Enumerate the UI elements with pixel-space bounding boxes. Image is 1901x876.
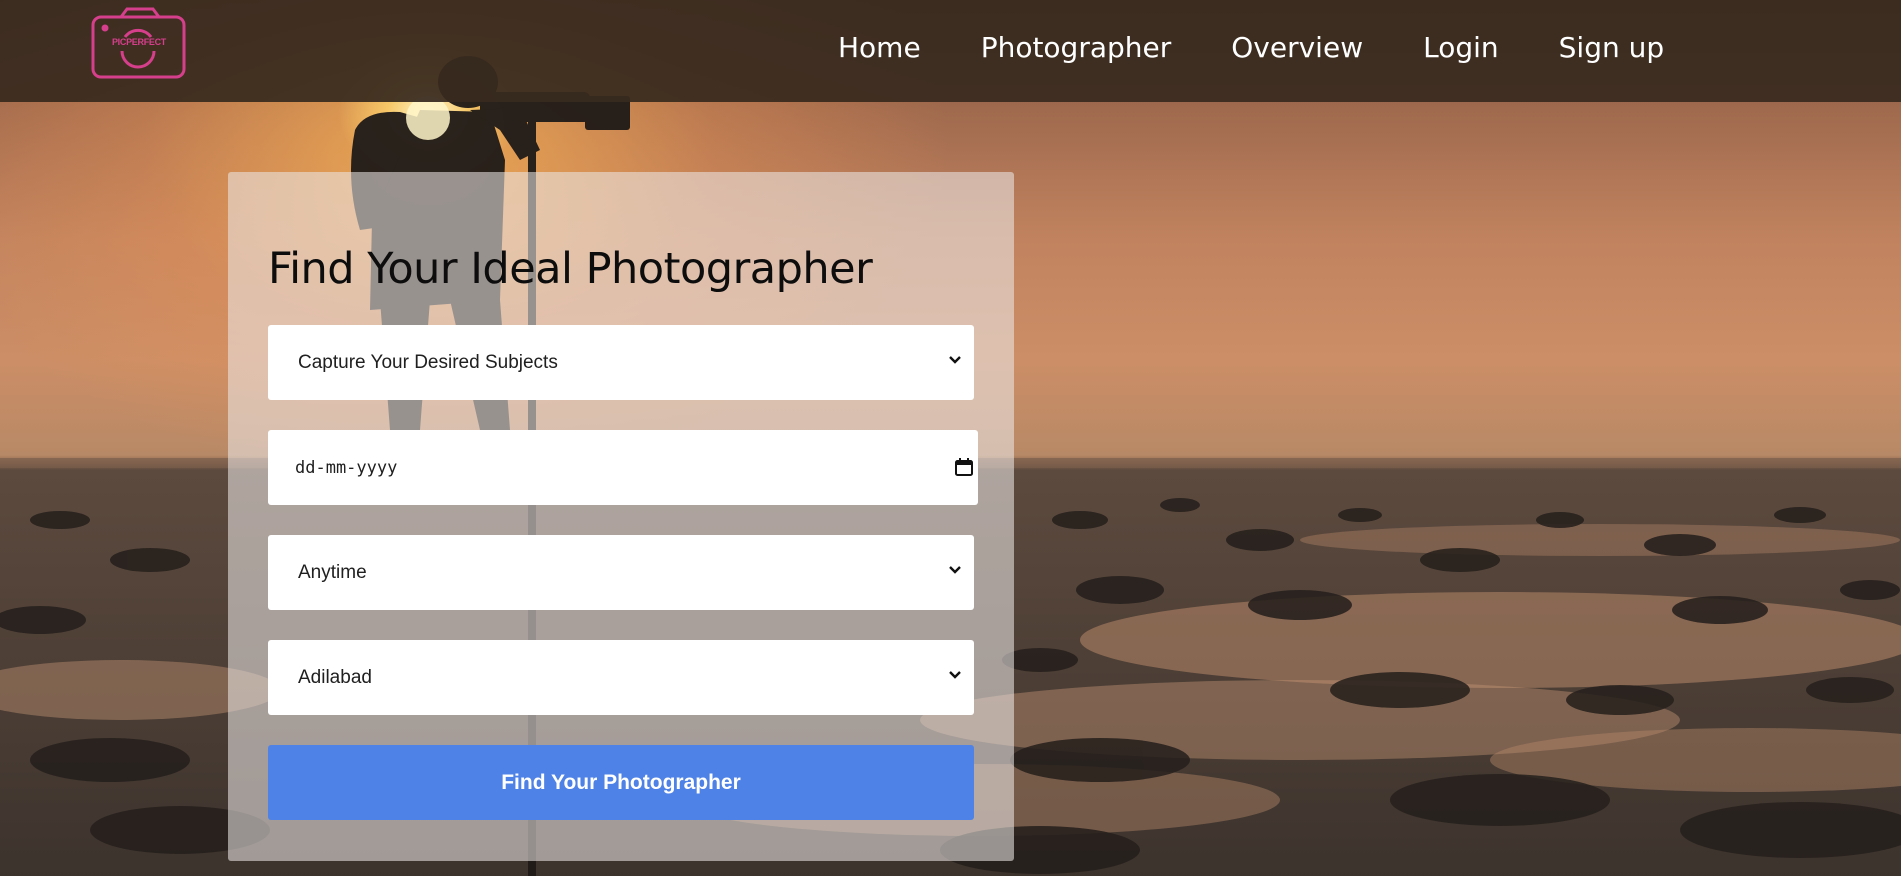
chevron-down-icon bbox=[949, 566, 961, 574]
chevron-down-icon bbox=[949, 356, 961, 364]
photographer-search-card: Find Your Ideal Photographer Capture You… bbox=[228, 172, 1014, 861]
nav-signup-link[interactable]: Sign up bbox=[1559, 28, 1665, 68]
search-form-title: Find Your Ideal Photographer bbox=[268, 244, 873, 294]
subject-select-value: Capture Your Desired Subjects bbox=[298, 351, 558, 373]
calendar-icon[interactable] bbox=[954, 457, 974, 477]
date-input-placeholder: dd-mm-yyyy bbox=[295, 457, 398, 478]
date-input[interactable]: dd-mm-yyyy bbox=[268, 430, 978, 505]
time-select-value: Anytime bbox=[298, 561, 367, 583]
brand-logo-text: PICPERFECT bbox=[111, 37, 166, 47]
nav-overview-link[interactable]: Overview bbox=[1231, 28, 1363, 68]
city-select[interactable]: Adilabad bbox=[268, 640, 974, 715]
time-select[interactable]: Anytime bbox=[268, 535, 974, 610]
nav-login-link[interactable]: Login bbox=[1423, 28, 1499, 68]
top-navbar: PICPERFECT Home Photographer Overview Lo… bbox=[0, 0, 1901, 102]
chevron-down-icon bbox=[949, 671, 961, 679]
main-nav: Home Photographer Overview Login Sign up bbox=[838, 28, 1664, 68]
find-photographer-button[interactable]: Find Your Photographer bbox=[268, 745, 974, 820]
brand-logo[interactable]: PICPERFECT bbox=[91, 7, 186, 79]
nav-photographer-link[interactable]: Photographer bbox=[981, 28, 1172, 68]
nav-home-link[interactable]: Home bbox=[838, 28, 921, 68]
subject-select[interactable]: Capture Your Desired Subjects bbox=[268, 325, 974, 400]
city-select-value: Adilabad bbox=[298, 666, 372, 688]
